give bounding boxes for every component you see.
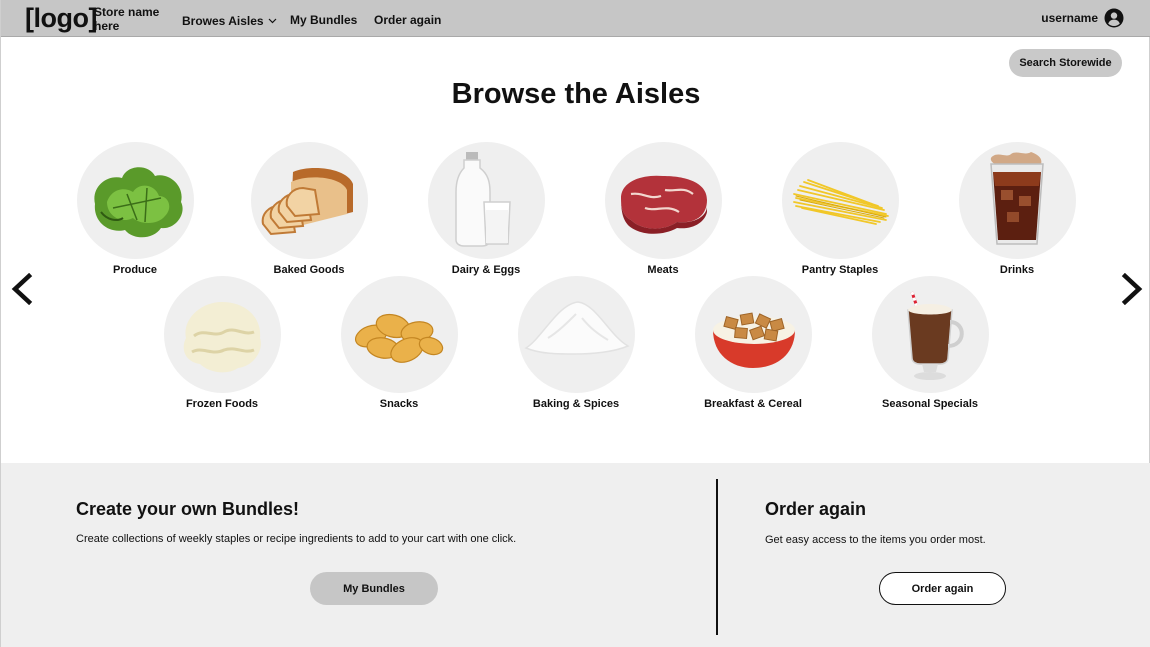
aisle-image [427,142,545,259]
chips-icon [354,313,443,363]
aisle-snacks[interactable]: Snacks [319,276,479,410]
aisle-seasonal-specials[interactable]: Seasonal Specials [850,276,1010,410]
aisle-image [694,276,812,393]
nav-browse-aisles-label: Browes Aisles [182,14,264,28]
aisle-pantry-staples[interactable]: Pantry Staples [760,142,920,276]
aisle-breakfast-cereal[interactable]: Breakfast & Cereal [673,276,833,410]
aisle-meats[interactable]: Meats [583,142,743,276]
order-again-button[interactable]: Order again [879,572,1006,605]
aisle-baking-spices[interactable]: Baking & Spices [496,276,656,410]
aisle-image [958,142,1076,259]
aisle-baked-goods[interactable]: Baked Goods [229,142,389,276]
aisle-label: Snacks [379,398,419,410]
bottom-panel: Create your own Bundles! Create collecti… [1,463,1150,647]
aisle-label: Drinks [999,264,1035,276]
user-menu[interactable]: username [1041,8,1124,28]
aisle-drinks[interactable]: Drinks [937,142,1097,276]
bundles-title: Create your own Bundles! [76,499,300,519]
aisle-label: Seasonal Specials [882,398,978,410]
aisle-label: Baking & Spices [532,398,620,410]
aisle-dairy-eggs[interactable]: Dairy & Eggs [406,142,566,276]
username: username [1041,11,1098,25]
aisle-image [76,142,194,259]
aisle-frozen-foods[interactable]: Frozen Foods [142,276,302,410]
order-again-description: Get easy access to the items you order m… [765,534,986,546]
lettuce-icon [93,167,183,238]
aisle-label: Baked Goods [273,264,345,276]
pasta-icon [792,179,889,225]
aisle-image [163,276,281,393]
nav-my-bundles[interactable]: My Bundles [290,13,357,27]
aisle-label: Breakfast & Cereal [704,398,802,410]
steak-icon [620,175,707,234]
aisle-label: Dairy & Eggs [451,264,521,276]
milk-icon [454,152,511,247]
aisle-image [340,276,458,393]
aisle-image [250,142,368,259]
top-nav-bar: [logo] Store name here Browes Aisles My … [1,0,1150,37]
section-divider [716,479,718,635]
flour-icon [523,301,630,355]
bread-icon [261,168,353,236]
nav-order-again[interactable]: Order again [374,13,441,27]
aisle-label: Produce [112,264,157,276]
chevron-down-icon [268,13,277,27]
search-storewide-button[interactable]: Search Storewide [1009,49,1122,77]
user-avatar-icon [1104,8,1124,28]
store-name: Store name here [94,5,160,33]
order-again-title: Order again [765,499,867,519]
ice-cream-icon [183,302,261,373]
cola-icon [989,152,1044,245]
page-title: Browse the Aisles [451,78,701,110]
aisle-label: Frozen Foods [185,398,259,410]
aisle-image [517,276,635,393]
nav-browse-aisles[interactable]: Browes Aisles [182,13,277,28]
aisle-label: Meats [647,264,679,276]
my-bundles-button[interactable]: My Bundles [310,572,438,605]
aisle-label: Pantry Staples [801,264,879,276]
aisle-produce[interactable]: Produce [55,142,215,276]
aisle-image [781,142,899,259]
logo[interactable]: [logo] [25,3,97,34]
aisle-image [604,142,722,259]
bundles-description: Create collections of weekly staples or … [76,533,517,545]
carousel-prev-arrow-icon[interactable] [9,273,35,305]
aisle-image [871,276,989,393]
cereal-icon [712,312,795,368]
carousel-next-arrow-icon[interactable] [1119,273,1145,305]
hot-cocoa-icon [906,291,964,380]
